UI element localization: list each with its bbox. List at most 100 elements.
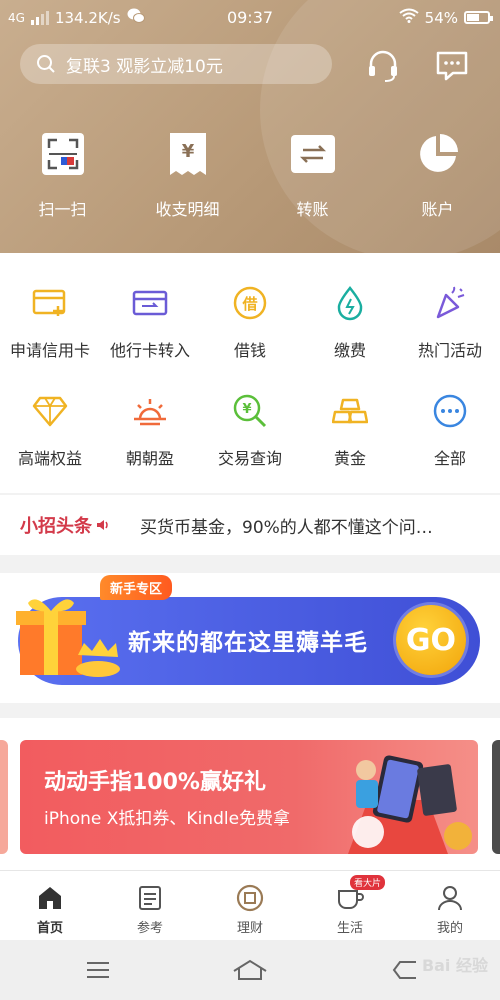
service-label: 借钱 xyxy=(233,341,266,360)
service-grid: 申请信用卡 他行卡转入 借 借钱 缴费 热门活动 高端权益 朝朝盈 ¥ 交易查询… xyxy=(0,253,500,493)
go-button[interactable]: GO xyxy=(396,605,466,675)
wealth-icon xyxy=(235,883,265,913)
quick-action-label: 转账 xyxy=(296,200,329,219)
service-label: 黄金 xyxy=(333,449,366,468)
gold-bars-icon xyxy=(330,391,370,431)
quick-action-scan[interactable]: 扫一扫 xyxy=(0,130,125,230)
tab-label: 我的 xyxy=(436,921,463,936)
service-label: 缴费 xyxy=(333,341,366,360)
watermark: Bai 经验 xyxy=(421,956,488,975)
customer-service-button[interactable] xyxy=(363,46,403,86)
newcomer-banner-section: 新手专区 新来的都在这里薅羊毛 GO xyxy=(0,573,500,703)
tab-badge: 看大片 xyxy=(350,875,386,890)
quick-action-account[interactable]: 账户 xyxy=(375,130,500,230)
promo-banner-section: 动动手指100%赢好礼 iPhone X抵扣券、Kindle免费拿 xyxy=(0,718,500,870)
user-icon xyxy=(435,883,465,913)
quick-actions: 扫一扫 ¥ 收支明细 转账 账户 xyxy=(0,130,500,230)
water-drop-icon xyxy=(330,283,370,323)
card-transfer-in-icon xyxy=(130,283,170,323)
more-icon xyxy=(430,391,470,431)
search-placeholder: 复联3 观影立减10元 xyxy=(66,56,223,77)
promo-banner[interactable]: 动动手指100%赢好礼 iPhone X抵扣券、Kindle免费拿 xyxy=(20,740,478,854)
service-label: 全部 xyxy=(433,449,466,468)
service-apply-credit-card[interactable]: 申请信用卡 xyxy=(0,283,100,361)
battery-level: 54% xyxy=(424,8,458,27)
news-ticker[interactable]: 小招头条 买货币基金，90%的人都不懂这个问… xyxy=(0,495,500,555)
bottom-tab-bar: 首页 参考 理财 看大片 生活 我的 xyxy=(0,870,500,940)
news-headline: 买货币基金，90%的人都不懂这个问… xyxy=(140,517,433,538)
service-pay-bills[interactable]: 缴费 xyxy=(300,283,400,361)
svg-text:¥: ¥ xyxy=(181,141,194,162)
back-button[interactable] xyxy=(385,956,425,984)
promo-subtitle: iPhone X抵扣券、Kindle免费拿 xyxy=(44,809,291,829)
carousel-next-peek xyxy=(492,740,500,854)
tab-label: 理财 xyxy=(236,921,263,936)
quick-action-label: 扫一扫 xyxy=(38,200,87,219)
service-row: 申请信用卡 他行卡转入 借 借钱 缴费 热门活动 xyxy=(0,253,500,361)
service-zhaozhaoying[interactable]: 朝朝盈 xyxy=(100,391,200,469)
gift-icon xyxy=(16,599,120,677)
status-right: 54% xyxy=(399,8,493,27)
carousel-prev-peek xyxy=(0,740,8,854)
newcomer-banner[interactable]: 新手专区 新来的都在这里薅羊毛 GO xyxy=(16,575,480,685)
tab-life[interactable]: 看大片 生活 xyxy=(300,871,400,940)
newcomer-tag: 新手专区 xyxy=(100,575,173,600)
service-all[interactable]: 全部 xyxy=(400,391,500,469)
tab-reference[interactable]: 参考 xyxy=(100,871,200,940)
service-borrow[interactable]: 借 借钱 xyxy=(200,283,300,361)
quick-action-transactions[interactable]: ¥ 收支明细 xyxy=(125,130,250,230)
svg-text:借: 借 xyxy=(241,295,257,313)
service-label: 热门活动 xyxy=(417,341,482,360)
tab-home[interactable]: 首页 xyxy=(0,871,100,940)
service-label: 朝朝盈 xyxy=(125,449,174,468)
wifi-icon xyxy=(399,8,419,27)
tab-wealth[interactable]: 理财 xyxy=(200,871,300,940)
transfer-icon xyxy=(289,130,337,178)
message-icon xyxy=(436,51,468,81)
party-icon xyxy=(430,283,470,323)
pie-chart-icon xyxy=(414,130,462,178)
home-nav-button[interactable] xyxy=(230,956,270,984)
diamond-icon xyxy=(30,391,70,431)
borrow-icon: 借 xyxy=(230,283,270,323)
headset-icon xyxy=(369,50,397,82)
promo-title: 动动手指100%赢好礼 xyxy=(44,770,266,795)
quick-action-label: 收支明细 xyxy=(155,200,220,219)
nav-home-icon xyxy=(233,959,267,980)
tab-mine[interactable]: 我的 xyxy=(400,871,500,940)
tab-label: 生活 xyxy=(336,921,363,936)
service-transaction-query[interactable]: ¥ 交易查询 xyxy=(200,391,300,469)
menu-button[interactable] xyxy=(78,956,118,984)
service-premium-benefits[interactable]: 高端权益 xyxy=(0,391,100,469)
credit-card-apply-icon xyxy=(30,283,70,323)
battery-icon xyxy=(464,11,493,24)
quick-action-transfer[interactable]: 转账 xyxy=(250,130,375,230)
service-gold[interactable]: 黄金 xyxy=(300,391,400,469)
prize-illustration xyxy=(348,755,472,854)
search-icon xyxy=(37,55,55,73)
messages-button[interactable] xyxy=(432,46,472,86)
search-bar[interactable]: 复联3 观影立减10元 xyxy=(20,44,332,84)
receipt-icon: ¥ xyxy=(164,130,212,178)
tab-label: 首页 xyxy=(36,921,63,936)
service-label: 交易查询 xyxy=(217,449,282,468)
service-card-transfer-in[interactable]: 他行卡转入 xyxy=(100,283,200,361)
speaker-icon xyxy=(97,520,108,530)
header-area: 4G 134.2K/s 09:37 54% 复联3 观影立减10元 扫一扫 ¥ … xyxy=(0,0,500,253)
home-icon xyxy=(35,883,65,913)
service-label: 申请信用卡 xyxy=(9,341,90,360)
news-tag-label: 小招头条 xyxy=(20,516,92,537)
document-icon xyxy=(135,883,165,913)
menu-icon xyxy=(87,962,109,978)
service-row: 高端权益 朝朝盈 ¥ 交易查询 黄金 全部 xyxy=(0,361,500,469)
sunrise-icon xyxy=(130,391,170,431)
service-label: 高端权益 xyxy=(17,449,82,468)
service-hot-events[interactable]: 热门活动 xyxy=(400,283,500,361)
svg-text:¥: ¥ xyxy=(242,402,251,417)
search-yen-icon: ¥ xyxy=(230,391,270,431)
newcomer-title: 新来的都在这里薅羊毛 xyxy=(128,630,368,656)
scan-icon xyxy=(39,130,87,178)
news-tag: 小招头条 xyxy=(20,512,140,538)
back-icon xyxy=(392,961,416,979)
tab-label: 参考 xyxy=(136,921,163,936)
